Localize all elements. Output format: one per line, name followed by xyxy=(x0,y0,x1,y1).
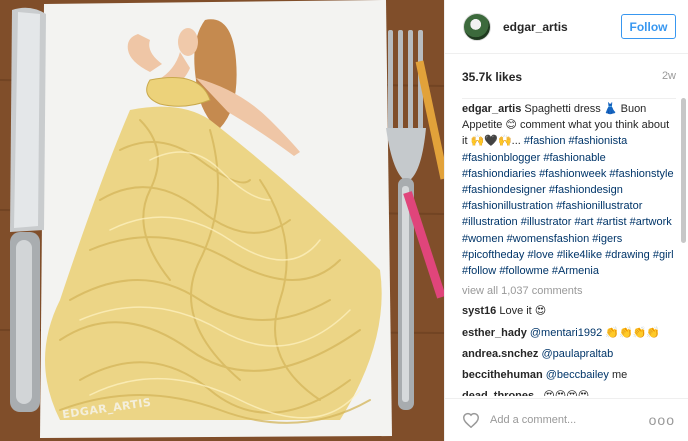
comment-row: andrea.snchez @paulapraltab xyxy=(462,346,676,362)
comment-row: dead_thrones_ 😍😍😍😍 xyxy=(462,388,676,396)
hashtag-link[interactable]: #fashionweek xyxy=(539,168,606,180)
hashtag-link[interactable]: #girl xyxy=(653,249,674,261)
view-all-comments-link[interactable]: view all 1,037 comments xyxy=(462,283,676,299)
hashtag-link[interactable]: #womensfashion xyxy=(507,233,590,245)
hashtag-link[interactable]: #fashionable xyxy=(543,152,605,164)
caption-hashtags: #fashion #fashionista #fashionblogger #f… xyxy=(462,135,674,277)
hashtag-link[interactable]: #follow xyxy=(462,265,496,277)
hashtag-link[interactable]: #followme xyxy=(499,265,549,277)
hashtag-link[interactable]: #fashiondiaries xyxy=(462,168,536,180)
likes-count[interactable]: 35.7k likes xyxy=(462,70,522,84)
more-options-icon[interactable]: ooo xyxy=(649,412,675,428)
comment-row: syst16 Love it 😍 xyxy=(462,303,676,319)
hashtag-link[interactable]: #art xyxy=(575,216,594,228)
comment-mention[interactable]: @mentari1992 xyxy=(530,327,602,339)
hashtag-link[interactable]: #artist xyxy=(597,216,627,228)
hashtag-link[interactable]: #fashionillustrator xyxy=(556,200,642,212)
profile-avatar[interactable] xyxy=(463,12,491,41)
hashtag-link[interactable]: #fashionblogger xyxy=(462,152,540,164)
hashtag-link[interactable]: #fashionillustration xyxy=(462,200,553,212)
scrollbar-thumb[interactable] xyxy=(681,98,686,243)
post-photo[interactable]: EDGAR_ARTIS xyxy=(0,0,444,441)
comment-row: esther_hady @mentari1992 👏👏👏👏 xyxy=(462,325,676,341)
post-header: edgar_artis Follow xyxy=(445,0,688,54)
post-footer: Add a comment... ooo xyxy=(445,398,688,441)
hashtag-link[interactable]: #women xyxy=(462,233,504,245)
hashtag-link[interactable]: #illustrator xyxy=(521,216,572,228)
post-side-panel: edgar_artis Follow 35.7k likes 2w edgar_… xyxy=(444,0,688,441)
hashtag-link[interactable]: #illustration xyxy=(462,216,518,228)
comment-text: Love it 😍 xyxy=(499,305,547,318)
post-stats: 35.7k likes 2w xyxy=(462,70,676,84)
hashtag-link[interactable]: #artwork xyxy=(630,216,672,228)
hashtag-link[interactable]: #igers xyxy=(592,233,622,245)
post-username[interactable]: edgar_artis xyxy=(503,20,568,34)
comment-text: me xyxy=(608,369,628,382)
hashtag-link[interactable]: #Armenia xyxy=(552,265,599,277)
photo-illustration xyxy=(0,0,444,441)
comment-mention[interactable]: @beccbailey xyxy=(546,369,609,381)
comment-row: beccithehuman @beccbailey me xyxy=(462,367,676,383)
heart-outline-icon[interactable] xyxy=(462,412,480,428)
add-comment-input[interactable]: Add a comment... xyxy=(490,414,649,426)
hashtag-link[interactable]: #like4like xyxy=(557,249,602,261)
comment-text: 😍😍😍😍 xyxy=(543,390,589,396)
hashtag-link[interactable]: #fashiondesign xyxy=(549,184,623,196)
comment-username[interactable]: syst16 xyxy=(462,305,496,317)
comment-username[interactable]: dead_thrones_ xyxy=(462,390,540,396)
comment-username[interactable]: esther_hady xyxy=(462,327,527,339)
hashtag-link[interactable]: #drawing xyxy=(605,249,650,261)
post-caption: edgar_artis Spaghetti dress 👗 Buon Appet… xyxy=(462,101,676,279)
comments-scrollbar[interactable] xyxy=(681,98,686,396)
comment-text: 👏👏👏👏 xyxy=(602,326,661,339)
comment-username[interactable]: andrea.snchez xyxy=(462,348,538,360)
hashtag-link[interactable]: #fashionista xyxy=(569,135,628,147)
hashtag-link[interactable]: #love xyxy=(527,249,553,261)
comment-username[interactable]: beccithehuman xyxy=(462,369,543,381)
follow-button[interactable]: Follow xyxy=(621,14,676,39)
comment-mention[interactable]: @paulapraltab xyxy=(541,348,613,360)
comments-list[interactable]: edgar_artis Spaghetti dress 👗 Buon Appet… xyxy=(462,98,676,396)
hashtag-link[interactable]: #picoftheday xyxy=(462,249,524,261)
comment-thread: syst16 Love it 😍 esther_hady @mentari1992… xyxy=(462,303,676,396)
post-timestamp[interactable]: 2w xyxy=(662,70,676,84)
caption-username[interactable]: edgar_artis xyxy=(462,103,521,115)
hashtag-link[interactable]: #fashion xyxy=(524,135,566,147)
hashtag-link[interactable]: #fashiondesigner xyxy=(462,184,546,196)
hashtag-link[interactable]: #fashionstyle xyxy=(609,168,673,180)
